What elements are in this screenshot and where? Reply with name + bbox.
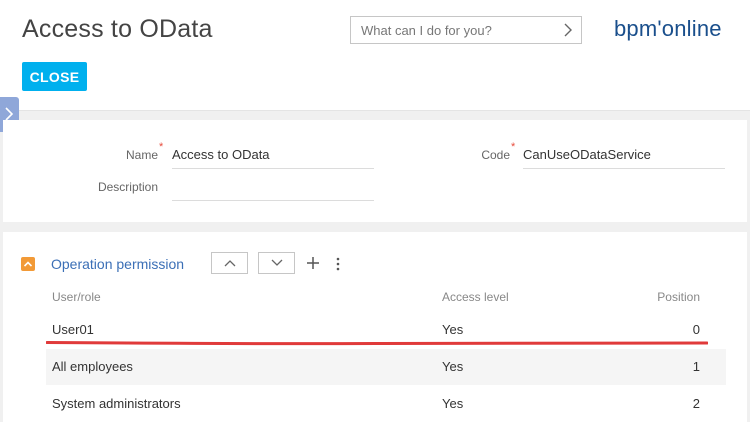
table-row[interactable]: System administrators Yes 2	[46, 386, 726, 422]
section-title[interactable]: Operation permission	[51, 256, 184, 272]
search-input[interactable]	[351, 17, 561, 43]
description-field[interactable]	[172, 178, 374, 201]
chevron-right-icon[interactable]	[563, 23, 573, 37]
page-title: Access to OData	[22, 15, 213, 43]
description-label: Description	[97, 180, 158, 194]
cell-position: 0	[692, 322, 700, 337]
cell-access-level: Yes	[442, 396, 464, 411]
required-mark: *	[511, 141, 516, 153]
move-down-button[interactable]	[258, 252, 295, 274]
code-label: Code	[481, 148, 510, 162]
more-vertical-icon[interactable]	[334, 256, 342, 272]
cell-access-level: Yes	[442, 359, 464, 374]
command-search[interactable]	[350, 16, 582, 44]
main-info-card	[3, 120, 747, 222]
chevron-up-icon	[224, 260, 236, 267]
cell-user-role: All employees	[52, 359, 133, 374]
table-row[interactable]: All employees Yes 1	[46, 349, 726, 385]
red-annotation-underline	[46, 341, 708, 346]
column-header-user-role[interactable]: User/role	[52, 290, 101, 304]
code-field[interactable]: CanUseODataService	[523, 146, 725, 169]
required-mark: *	[159, 141, 164, 153]
cell-user-role: System administrators	[52, 396, 181, 411]
chevron-down-icon	[271, 259, 283, 266]
name-label: Name	[125, 148, 158, 162]
plus-icon[interactable]	[306, 256, 320, 270]
cell-position: 2	[692, 396, 700, 411]
move-up-button[interactable]	[211, 252, 248, 274]
cell-position: 1	[692, 359, 700, 374]
name-field[interactable]: Access to OData	[172, 146, 374, 169]
chevron-right-icon	[5, 107, 14, 121]
close-button[interactable]: CLOSE	[22, 62, 87, 91]
column-header-access-level[interactable]: Access level	[442, 290, 509, 304]
cell-user-role: User01	[52, 322, 94, 337]
collapse-icon[interactable]	[21, 257, 35, 271]
logo: bpm'online	[614, 16, 722, 41]
cell-access-level: Yes	[442, 322, 464, 337]
column-header-position[interactable]: Position	[620, 290, 700, 304]
